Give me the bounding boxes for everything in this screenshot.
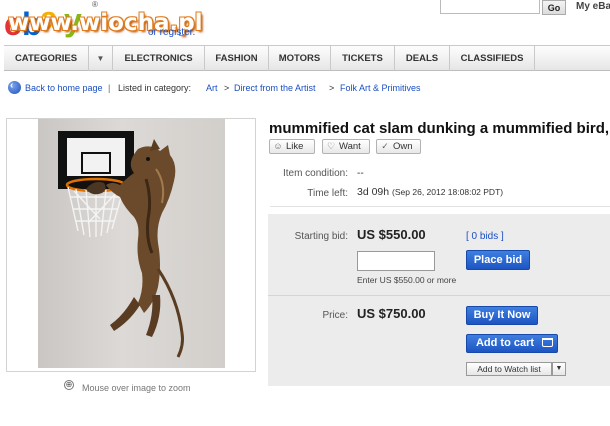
place-bid-button[interactable]: Place bid	[466, 250, 530, 270]
category-nav-bar: CATEGORIES ▼ ELECTRONICS FASHION MOTORS …	[4, 45, 610, 71]
zoom-hint: Mouse over image to zoom	[82, 383, 191, 393]
price-value: US $750.00	[357, 306, 426, 321]
divider	[268, 295, 610, 296]
condition-label: Item condition:	[282, 168, 348, 179]
my-ebay-link[interactable]: My eBa	[576, 1, 610, 12]
nav-classifieds[interactable]: CLASSIFIEDS	[450, 46, 535, 71]
zoom-icon: ⊕	[64, 380, 74, 390]
heart-icon: ♡	[326, 141, 336, 151]
buy-it-now-button[interactable]: Buy It Now	[466, 306, 538, 325]
breadcrumb-art[interactable]: Art	[206, 83, 218, 93]
divider	[270, 206, 610, 207]
time-left-label: Time left:	[307, 188, 348, 199]
add-to-watch-list-button[interactable]: Add to Watch list	[466, 362, 552, 376]
cart-icon	[542, 338, 553, 347]
mummified-cat-illustration	[58, 131, 184, 358]
want-button[interactable]: ♡ Want	[322, 139, 370, 154]
starting-bid-value: US $550.00	[357, 227, 426, 242]
register-link[interactable]: or register.	[148, 27, 195, 38]
nav-electronics[interactable]: ELECTRONICS	[113, 46, 205, 71]
condition-value: --	[357, 168, 364, 179]
add-to-cart-button[interactable]: Add to cart	[466, 334, 558, 353]
item-photo[interactable]	[38, 119, 225, 368]
like-label: Like	[286, 141, 304, 152]
breadcrumb-direct-from-artist[interactable]: Direct from the Artist	[234, 83, 316, 93]
add-to-cart-label: Add to cart	[475, 337, 535, 349]
breadcrumb-arrow: >	[329, 83, 335, 93]
bid-amount-input[interactable]	[357, 251, 435, 271]
registered-mark: ®	[92, 0, 98, 9]
search-input[interactable]	[440, 0, 540, 14]
back-arrow-icon[interactable]: ‹	[8, 80, 21, 94]
time-left-countdown: 3d 09h	[357, 186, 390, 198]
nav-tickets[interactable]: TICKETS	[331, 46, 395, 71]
breadcrumb-separator: |	[108, 83, 111, 93]
end-date: (Sep 26, 2012 18:08:02 PDT)	[392, 187, 504, 197]
price-label: Price:	[322, 310, 348, 321]
want-label: Want	[339, 141, 361, 152]
backboard-inner	[67, 138, 125, 176]
smiley-icon: ☺	[273, 141, 283, 151]
own-button[interactable]: ✓ Own	[376, 139, 421, 154]
bids-count-link[interactable]: [ 0 bids ]	[466, 231, 504, 242]
listed-in-label: Listed in category:	[118, 83, 192, 93]
breadcrumb-folk-art[interactable]: Folk Art & Primitives	[340, 83, 421, 93]
own-label: Own	[393, 141, 413, 152]
nav-categories[interactable]: CATEGORIES	[4, 46, 89, 71]
back-to-home-link[interactable]: Back to home page	[25, 83, 103, 93]
item-title: mummified cat slam dunking a mummified b…	[269, 120, 610, 137]
search-go-button[interactable]: Go	[542, 0, 566, 15]
net	[67, 186, 125, 238]
nav-motors[interactable]: MOTORS	[269, 46, 331, 71]
nav-deals[interactable]: DEALS	[395, 46, 450, 71]
nav-fashion[interactable]: FASHION	[205, 46, 269, 71]
starting-bid-label: Starting bid:	[294, 231, 348, 242]
check-icon: ✓	[381, 141, 389, 151]
like-button[interactable]: ☺ Like	[269, 139, 315, 154]
breadcrumb-arrow: >	[224, 83, 230, 93]
time-left-value: 3d 09h (Sep 26, 2012 18:08:02 PDT)	[357, 186, 503, 198]
bid-hint: Enter US $550.00 or more	[357, 275, 457, 285]
chevron-down-icon[interactable]: ▼	[552, 362, 566, 376]
chevron-down-icon[interactable]: ▼	[89, 46, 113, 71]
